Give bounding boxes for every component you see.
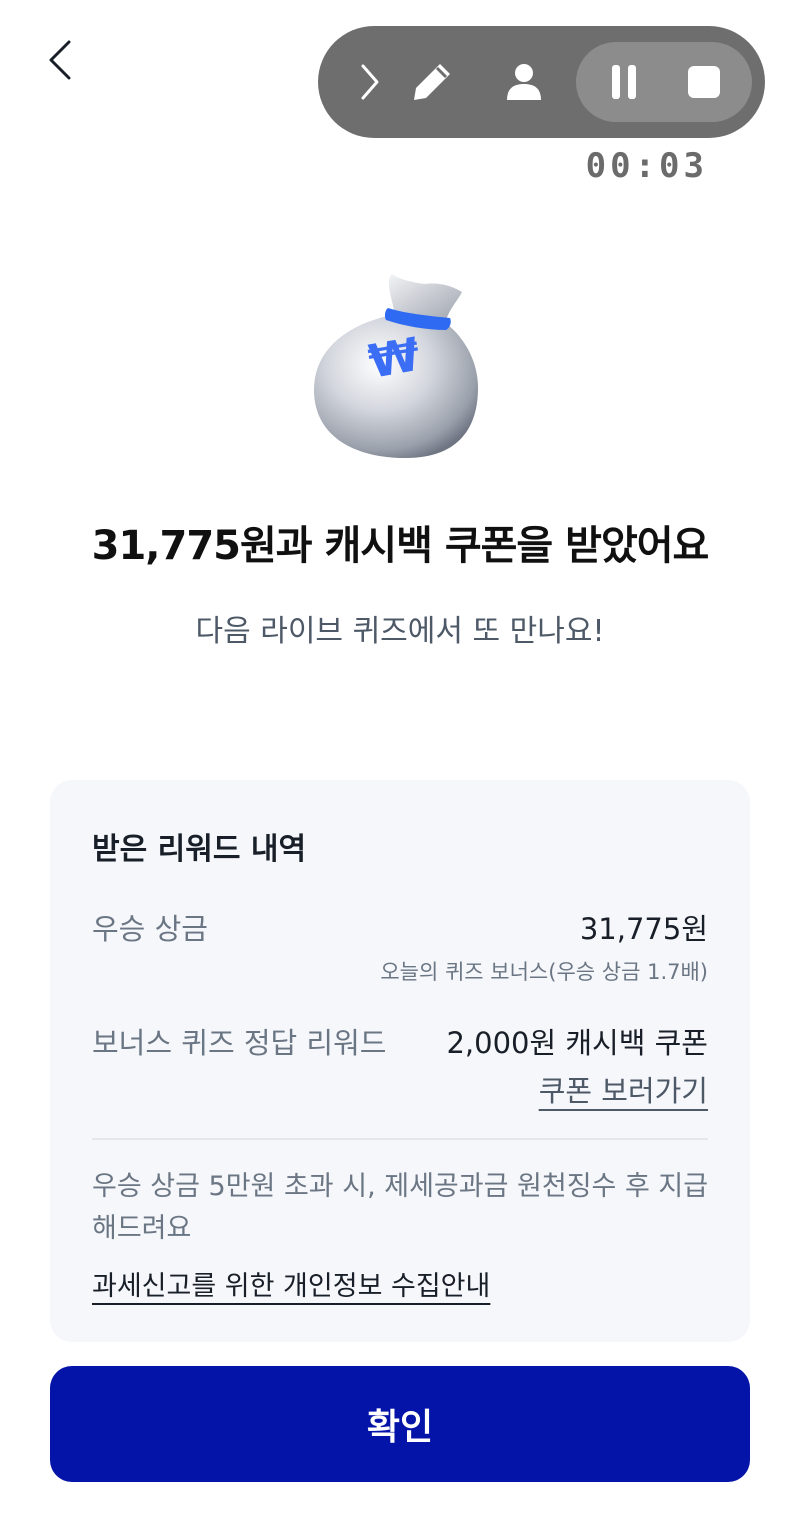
pause-icon [612,65,636,99]
chevron-right-icon [361,64,379,100]
expand-recorder-button[interactable] [348,26,392,138]
prize-label: 우승 상금 [92,912,208,946]
reward-headline: 31,775원과 캐시백 쿠폰을 받았어요 [91,523,710,569]
rewards-title: 받은 리워드 내역 [92,832,307,867]
money-bag-icon: ₩ [314,274,478,458]
tax-notice: 우승 상금 5만원 초과 시, 제세공과금 원천징수 후 지급해드려요 [92,1171,709,1244]
view-coupon-link[interactable]: 쿠폰 보러가기 [539,1068,708,1110]
chevron-left-icon [49,40,71,80]
prize-value: 31,775원 [579,912,708,946]
stop-button[interactable] [674,42,734,122]
rewards-card: 받은 리워드 내역 우승 상금 31,775원 오늘의 퀴즈 보너스(우승 상금… [50,780,750,1342]
annotate-button[interactable] [406,26,458,138]
divider [92,1138,708,1140]
pen-icon [414,64,450,100]
bonus-value: 2,000원 캐시백 쿠폰 [446,1026,708,1060]
prize-note: 오늘의 퀴즈 보너스(우승 상금 1.7배) [380,960,708,984]
user-icon [507,64,541,100]
privacy-info-link[interactable]: 과세신고를 위한 개인정보 수집안내 [92,1264,490,1303]
recording-timer: 00:03 [585,146,708,186]
bonus-label: 보너스 퀴즈 정답 리워드 [92,1026,387,1060]
back-button[interactable] [30,30,90,90]
recording-controls [576,42,752,122]
pause-button[interactable] [594,42,654,122]
camera-user-button[interactable] [500,26,548,138]
reward-subline: 다음 라이브 퀴즈에서 또 만나요! [195,614,605,649]
screen-recorder-toolbar [318,26,765,138]
stop-icon [688,66,720,98]
confirm-button[interactable]: 확인 [50,1366,750,1482]
svg-text:₩: ₩ [365,327,425,389]
